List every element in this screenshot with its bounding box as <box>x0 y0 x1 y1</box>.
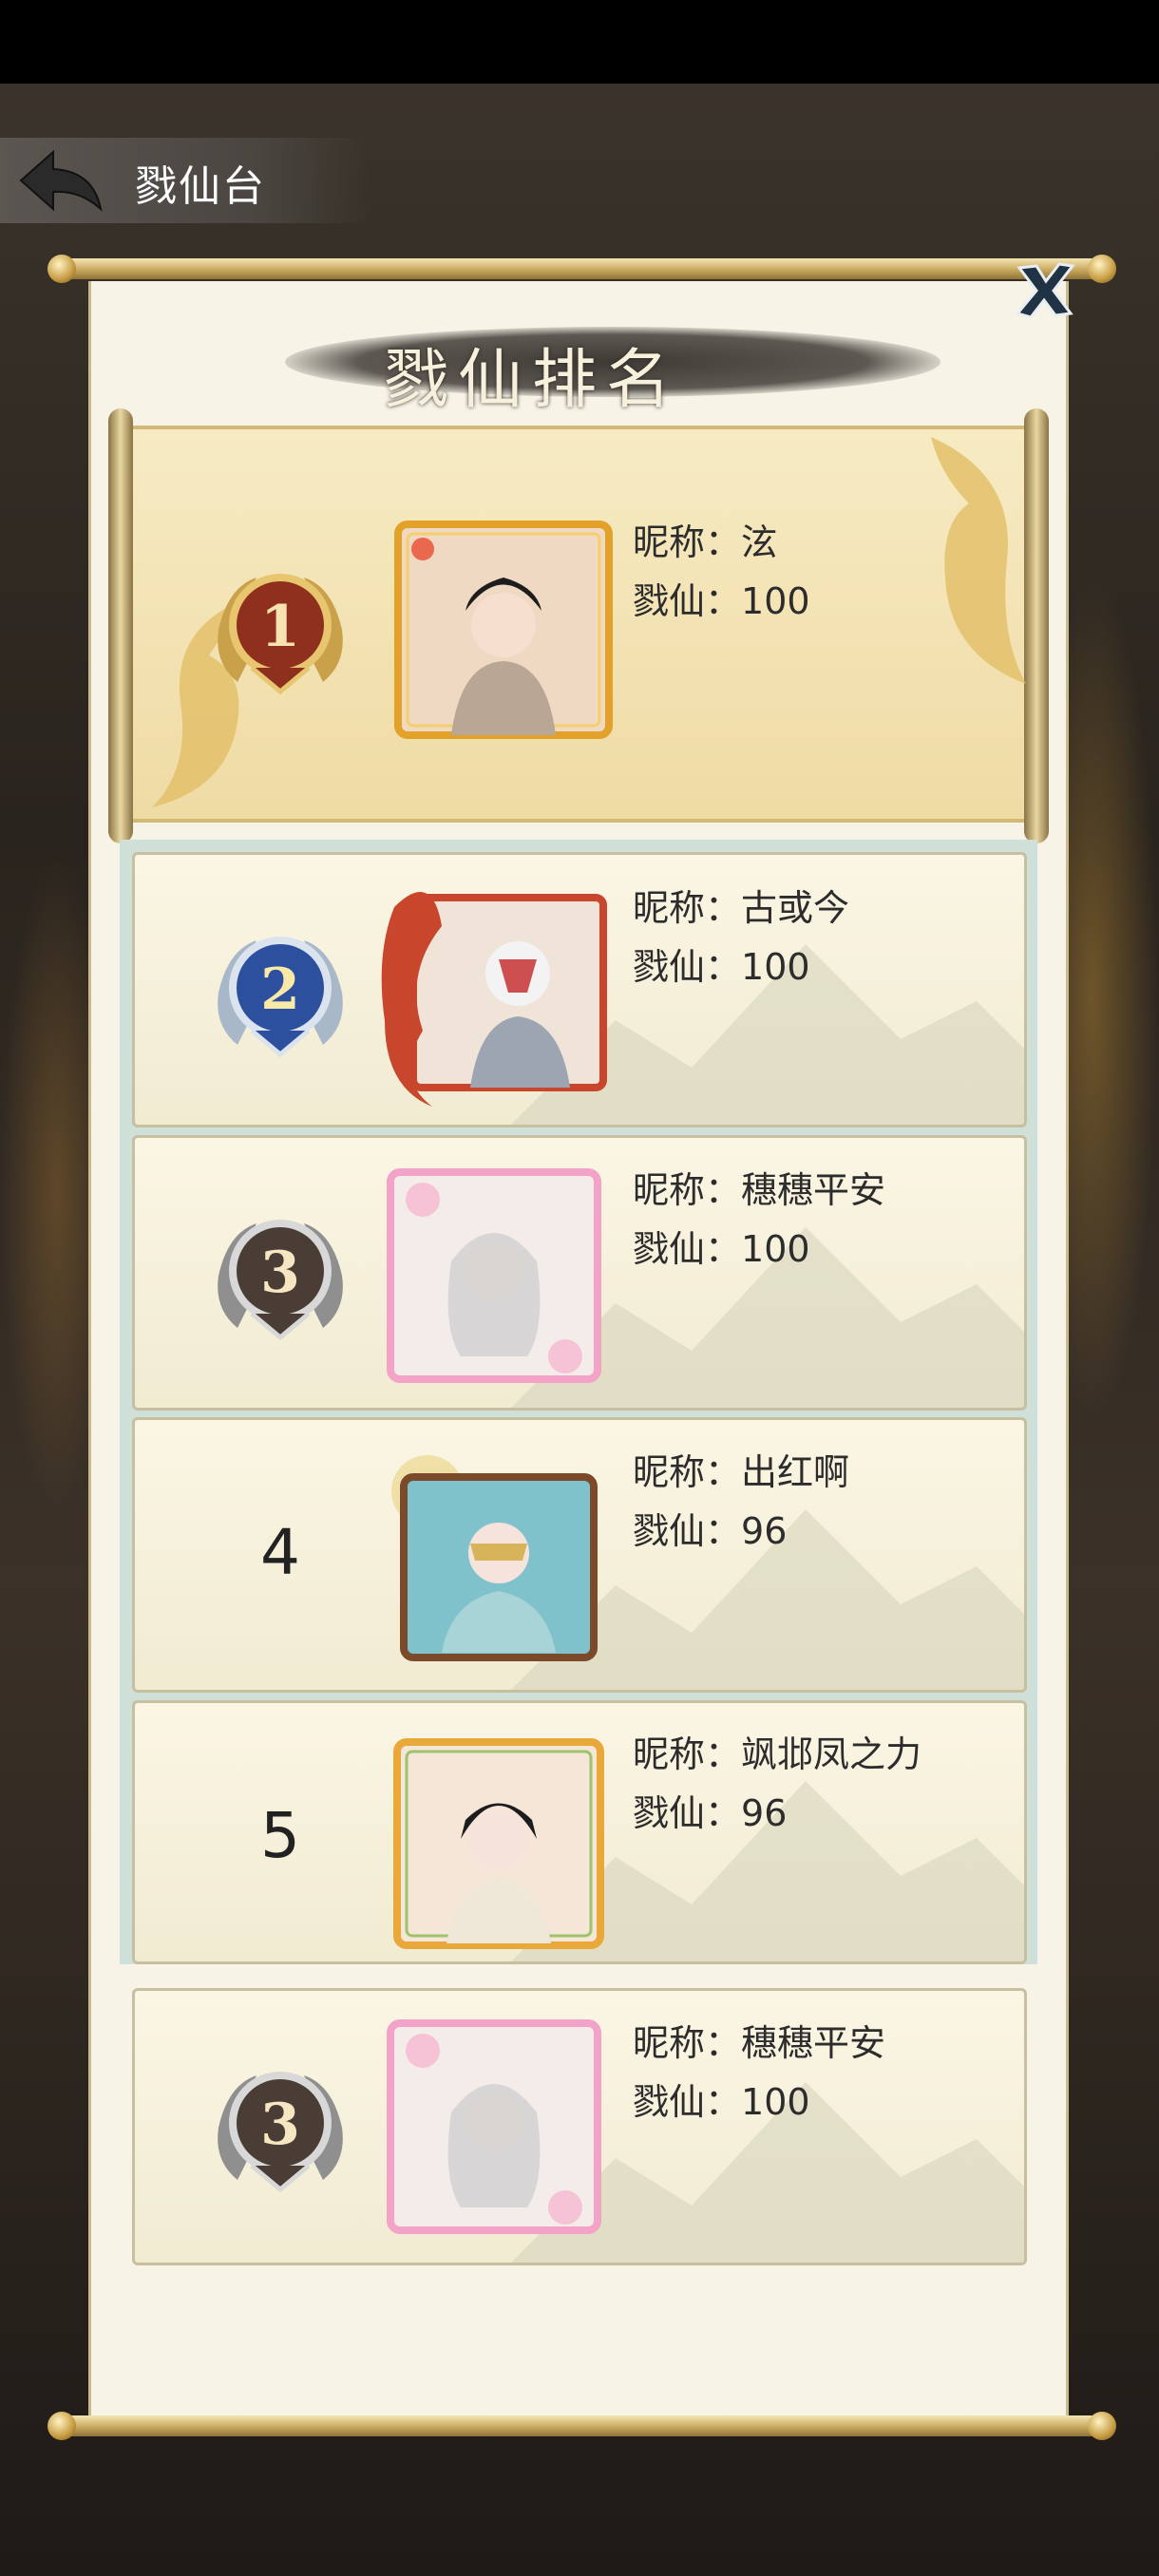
nickname-row: 昵称：穗穗平安 <box>633 2014 885 2066</box>
player-avatar[interactable] <box>390 1734 608 1953</box>
score-label: 戮仙： <box>633 1510 742 1552</box>
nickname-value: 穗穗平安 <box>741 1169 886 1211</box>
player-avatar[interactable] <box>375 869 622 1116</box>
nickname-label: 昵称： <box>633 1169 742 1211</box>
score-row: 戮仙：100 <box>633 572 810 624</box>
phoenix-right-decoration <box>931 437 1026 684</box>
rod-knob <box>48 2412 76 2440</box>
back-arrow-icon <box>19 149 103 212</box>
score-label: 戮仙： <box>633 1792 742 1834</box>
silver-rank-badge-icon: 3 <box>218 2072 343 2193</box>
score-value: 100 <box>741 2081 810 2123</box>
nickname-row: 昵称：飒邶凤之力 <box>633 1725 922 1777</box>
nickname-value: 古或今 <box>741 887 850 929</box>
player-avatar[interactable] <box>385 1449 603 1667</box>
scroll-rod-bottom <box>52 2415 1107 2436</box>
nickname-value: 穗穗平安 <box>741 2022 886 2064</box>
badge-number: 3 <box>260 1240 300 1306</box>
ranking-title-banner: 戮仙排名 <box>285 319 950 418</box>
nickname-label: 昵称： <box>633 1451 742 1493</box>
badge-number: 1 <box>260 594 300 660</box>
player-avatar[interactable] <box>385 1166 603 1385</box>
nickname-label: 昵称： <box>633 521 742 563</box>
score-row: 戮仙：100 <box>633 1220 810 1272</box>
score-row: 戮仙：100 <box>633 938 810 990</box>
rank-number: 4 <box>260 1516 300 1589</box>
score-row: 戮仙：96 <box>633 1502 787 1554</box>
nickname-value: 出红啊 <box>741 1451 850 1493</box>
nickname-label: 昵称： <box>633 887 742 929</box>
score-value: 100 <box>741 580 810 622</box>
rod-knob <box>1088 255 1116 283</box>
close-icon <box>1015 262 1075 319</box>
nickname-label: 昵称： <box>633 1733 742 1775</box>
nickname-row: 昵称：泫 <box>633 513 777 565</box>
player-avatar[interactable] <box>394 521 613 739</box>
score-label: 戮仙： <box>633 580 742 622</box>
score-value: 100 <box>741 1228 810 1270</box>
ranking-title: 戮仙排名 <box>383 343 680 418</box>
nickname-value: 飒邶凤之力 <box>741 1733 922 1775</box>
badge-number: 3 <box>260 2092 300 2158</box>
score-row: 戮仙：96 <box>633 1784 787 1836</box>
page-title: 戮仙台 <box>135 162 266 211</box>
scroll-rod-top <box>52 258 1107 279</box>
score-value: 96 <box>741 1510 788 1552</box>
gold-rank-badge-icon: 1 <box>218 574 343 695</box>
score-label: 戮仙： <box>633 946 742 988</box>
nickname-row: 昵称：穗穗平安 <box>633 1161 885 1213</box>
rod-knob <box>1088 2412 1116 2440</box>
blue-rank-badge-icon: 2 <box>218 937 343 1058</box>
close-button[interactable] <box>1012 256 1078 323</box>
nickname-value: 泫 <box>741 521 778 563</box>
score-label: 戮仙： <box>633 2081 742 2123</box>
score-value: 96 <box>741 1792 788 1834</box>
nickname-row: 昵称：出红啊 <box>633 1443 849 1495</box>
rank-number: 5 <box>260 1799 300 1872</box>
nickname-label: 昵称： <box>633 2022 742 2064</box>
silver-rank-badge-icon: 3 <box>218 1220 343 1341</box>
score-value: 100 <box>741 946 810 988</box>
nickname-row: 昵称：古或今 <box>633 879 849 931</box>
scroll-roller-left <box>108 408 133 843</box>
rod-knob <box>48 255 76 283</box>
back-button[interactable] <box>13 142 108 218</box>
status-bar <box>0 0 1159 84</box>
badge-number: 2 <box>260 957 300 1023</box>
my-avatar[interactable] <box>385 2017 603 2236</box>
score-row: 戮仙：100 <box>633 2073 810 2125</box>
score-label: 戮仙： <box>633 1228 742 1270</box>
